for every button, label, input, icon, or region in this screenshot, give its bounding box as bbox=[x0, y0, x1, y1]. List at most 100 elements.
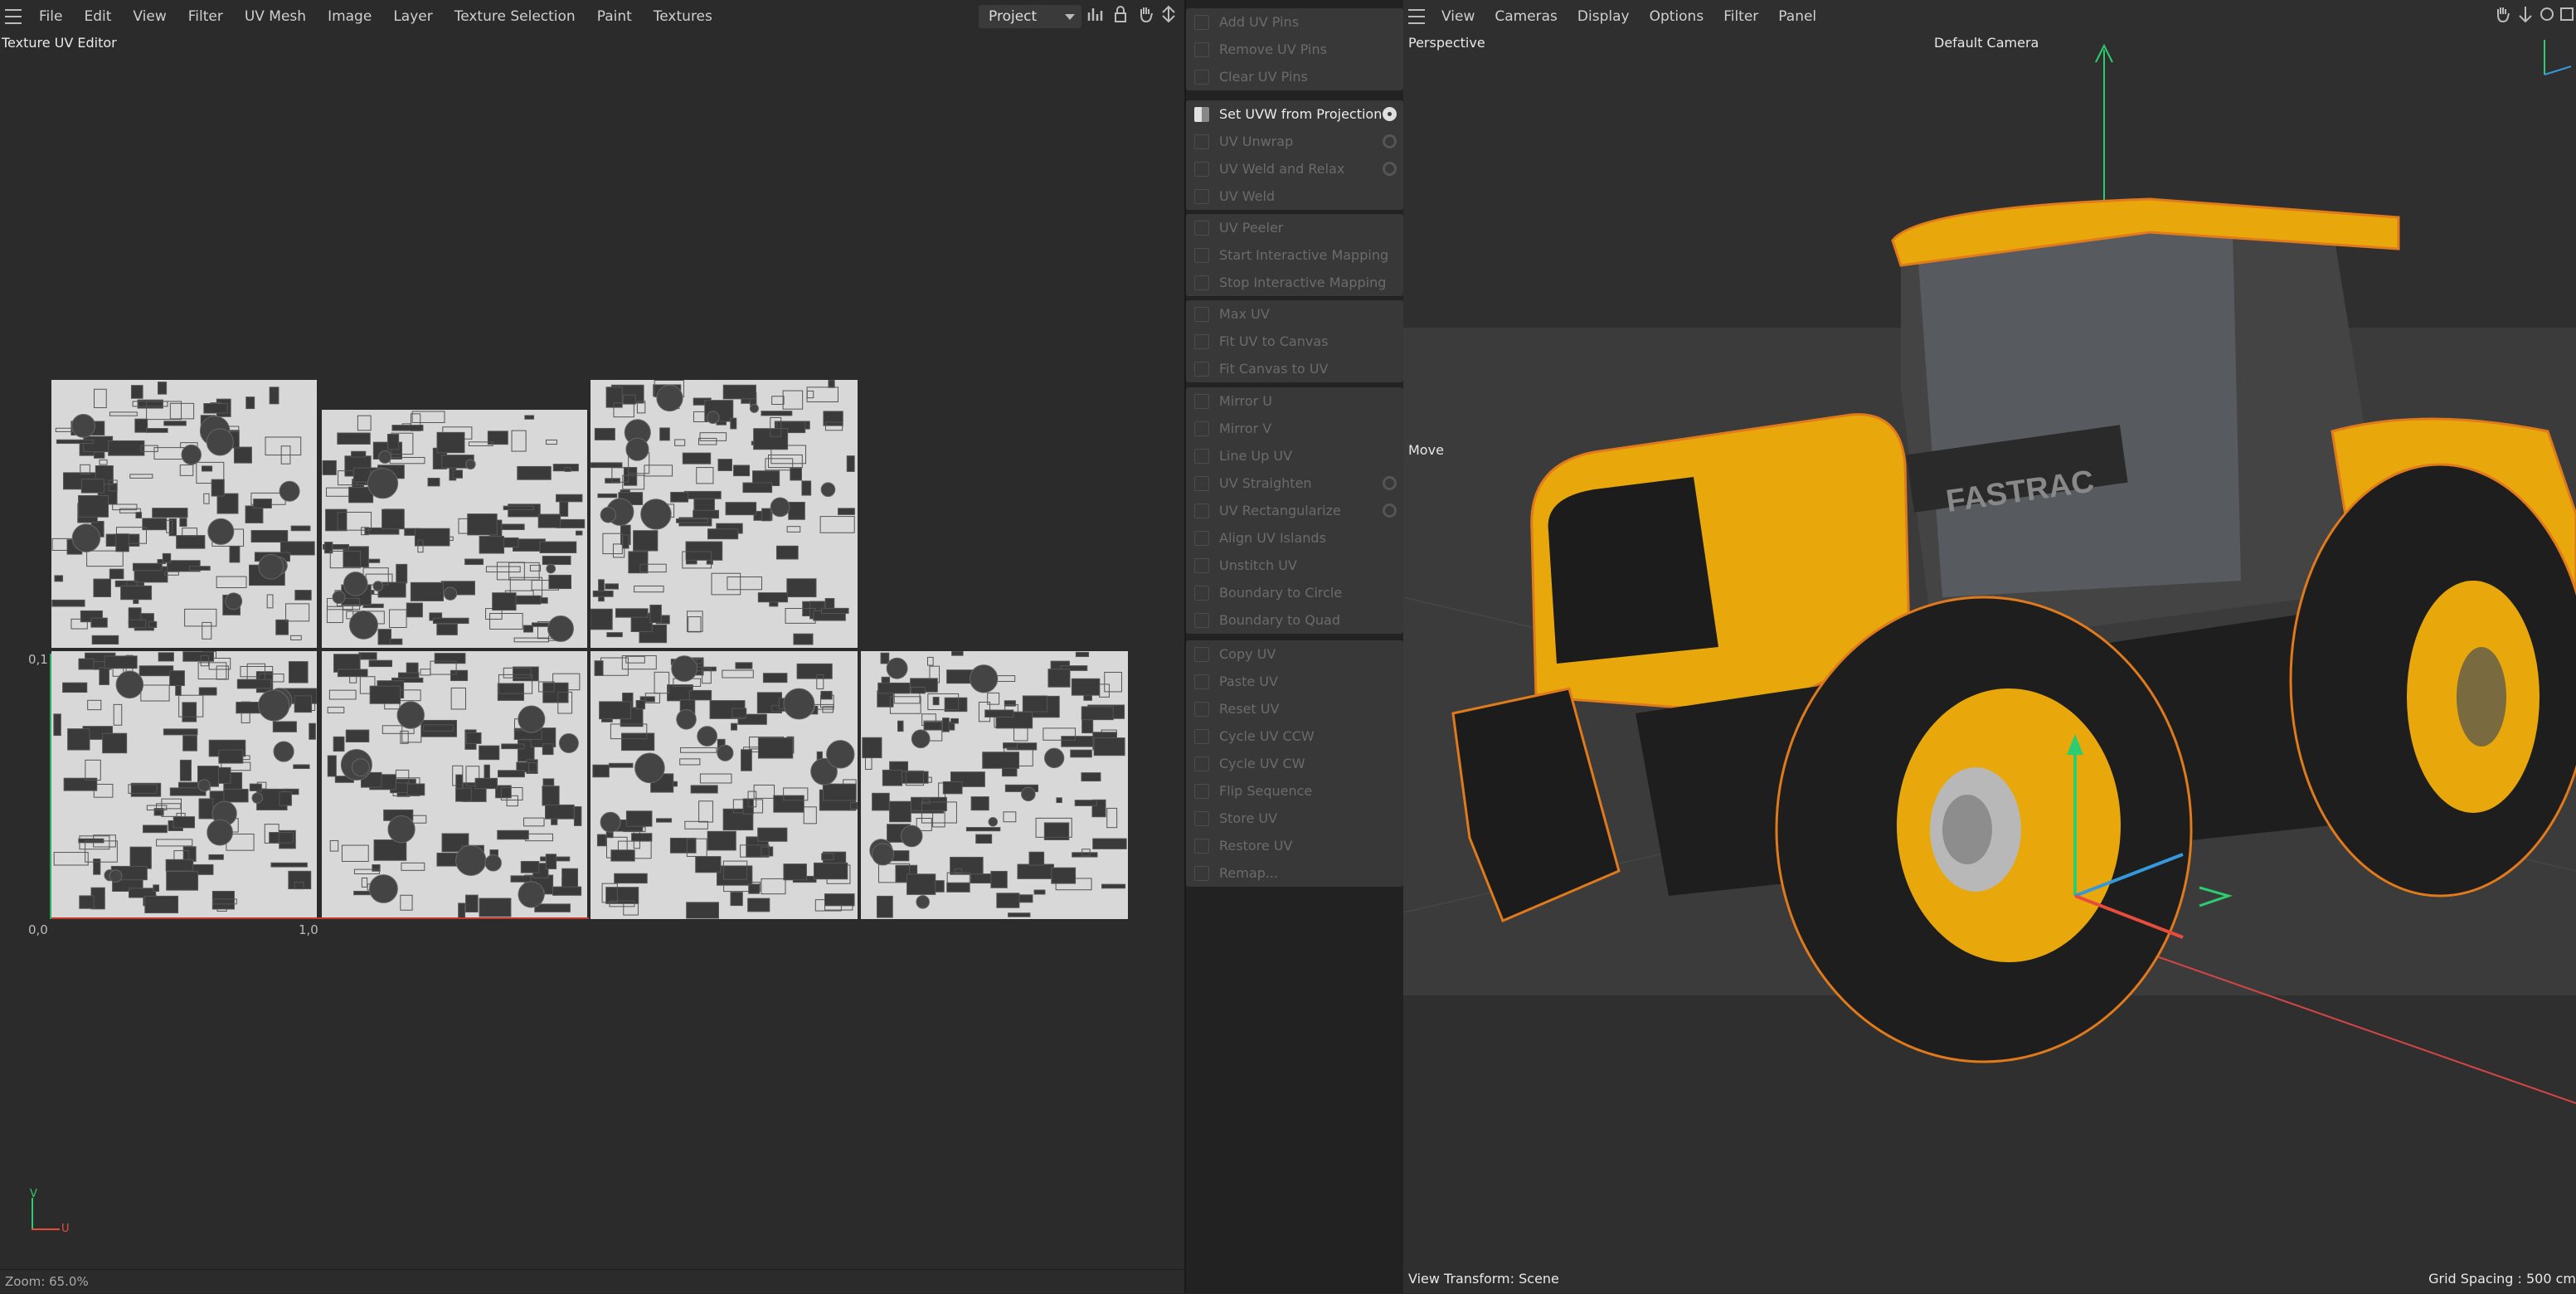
vp-maximize-icon[interactable] bbox=[2556, 5, 2576, 28]
tool-uv-straighten[interactable]: UV Straighten bbox=[1186, 469, 1403, 497]
tool-remove-uv-pins[interactable]: Remove UV Pins bbox=[1186, 36, 1403, 63]
vp-menu-cameras[interactable]: Cameras bbox=[1485, 8, 1567, 25]
tool-cycle-uv-ccw[interactable]: Cycle UV CCW bbox=[1186, 722, 1403, 750]
histogram-icon[interactable] bbox=[1085, 5, 1106, 28]
menu-filter[interactable]: Filter bbox=[177, 8, 234, 25]
tool-unstitch-uv[interactable]: Unstitch UV bbox=[1186, 552, 1403, 579]
restore-uv-icon bbox=[1194, 838, 1209, 854]
tool-line-up-uv[interactable]: Line Up UV bbox=[1186, 442, 1403, 469]
tool-flip-sequence[interactable]: Flip Sequence bbox=[1186, 777, 1403, 805]
tool-label: UV Peeler bbox=[1219, 220, 1284, 236]
move-arrows-icon[interactable] bbox=[1158, 5, 1179, 28]
camera-label[interactable]: Default Camera bbox=[1934, 35, 2039, 51]
viewport-hamburger-icon[interactable] bbox=[1408, 9, 1425, 24]
tool-add-uv-pins[interactable]: Add UV Pins bbox=[1186, 8, 1403, 36]
menu-texture-selection[interactable]: Texture Selection bbox=[444, 8, 586, 25]
tool-uv-rectangularize[interactable]: UV Rectangularize bbox=[1186, 497, 1403, 524]
project-dropdown[interactable]: Project bbox=[979, 5, 1081, 28]
tool-max-uv[interactable]: Max UV bbox=[1186, 300, 1403, 328]
menu-layer[interactable]: Layer bbox=[382, 8, 443, 25]
uv-unwrap-icon bbox=[1194, 134, 1209, 149]
vp-move-arrows-icon[interactable] bbox=[2515, 5, 2536, 28]
tool-cycle-uv-cw[interactable]: Cycle UV CW bbox=[1186, 750, 1403, 777]
tool-boundary-to-quad[interactable]: Boundary to Quad bbox=[1186, 606, 1403, 634]
tool-reset-uv[interactable]: Reset UV bbox=[1186, 695, 1403, 722]
uv-tile-5 bbox=[322, 651, 587, 919]
gear-icon[interactable] bbox=[1383, 107, 1397, 121]
max-uv-icon bbox=[1194, 306, 1209, 322]
tool-uv-weld[interactable]: UV Weld bbox=[1186, 182, 1403, 210]
tool-label: UV Straighten bbox=[1219, 475, 1312, 491]
tool-mirror-u[interactable]: Mirror U bbox=[1186, 387, 1403, 415]
tool-label: UV Weld bbox=[1219, 188, 1276, 204]
tool-label: Unstitch UV bbox=[1219, 557, 1297, 573]
hamburger-menu-icon[interactable] bbox=[5, 9, 22, 24]
uv-straighten-icon bbox=[1194, 475, 1209, 491]
viewport-panel[interactable]: FASTRAC View Cameras Display Options Fil… bbox=[1403, 0, 2576, 1293]
tool-set-uvw-from-projection[interactable]: Set UVW from Projection bbox=[1186, 100, 1403, 128]
vp-menu-filter[interactable]: Filter bbox=[1713, 8, 1768, 25]
vp-menu-options[interactable]: Options bbox=[1640, 8, 1714, 25]
tool-align-uv-islands[interactable]: Align UV Islands bbox=[1186, 524, 1403, 552]
vp-menu-view[interactable]: View bbox=[1431, 8, 1485, 25]
tool-paste-uv[interactable]: Paste UV bbox=[1186, 668, 1403, 695]
tool-label: Cycle UV CW bbox=[1219, 756, 1305, 771]
coord-label-origin: 0,0 bbox=[28, 922, 48, 937]
tool-mirror-v[interactable]: Mirror V bbox=[1186, 415, 1403, 442]
tool-store-uv[interactable]: Store UV bbox=[1186, 805, 1403, 832]
lock-icon[interactable] bbox=[1110, 5, 1131, 28]
vp-menu-panel[interactable]: Panel bbox=[1768, 8, 1826, 25]
axis-u-label: U bbox=[61, 1223, 70, 1235]
menu-view[interactable]: View bbox=[122, 8, 177, 25]
line-up-uv-icon bbox=[1194, 448, 1209, 464]
tool-restore-uv[interactable]: Restore UV bbox=[1186, 832, 1403, 859]
mirror-u-icon bbox=[1194, 393, 1209, 409]
tool-uv-peeler[interactable]: UV Peeler bbox=[1186, 214, 1403, 241]
gear-icon[interactable] bbox=[1383, 503, 1397, 518]
tool-group-3: UV Peeler Start Interactive Mapping Stop I… bbox=[1186, 214, 1403, 296]
uv-tile-3 bbox=[591, 380, 858, 648]
uv-menubar: File Edit View Filter UV Mesh Image Laye… bbox=[0, 0, 723, 33]
status-bar bbox=[0, 1269, 1184, 1294]
vp-rotate-icon[interactable] bbox=[2536, 5, 2558, 28]
tool-boundary-to-circle[interactable]: Boundary to Circle bbox=[1186, 579, 1403, 606]
align-uv-islands-icon bbox=[1194, 530, 1209, 546]
gear-icon[interactable] bbox=[1383, 162, 1397, 176]
tool-uv-unwrap[interactable]: UV Unwrap bbox=[1186, 128, 1403, 155]
remap-icon bbox=[1194, 865, 1209, 881]
uv-tile-4 bbox=[51, 651, 317, 919]
tool-label: Clear UV Pins bbox=[1219, 69, 1308, 85]
gear-icon[interactable] bbox=[1383, 476, 1397, 490]
tool-label: UV Weld and Relax bbox=[1219, 161, 1345, 177]
tool-label: Mirror V bbox=[1219, 421, 1272, 436]
uv-islands bbox=[51, 382, 315, 645]
chevron-down-icon bbox=[1065, 14, 1075, 20]
vp-pan-hand-icon[interactable] bbox=[2491, 5, 2513, 28]
uv-canvas[interactable] bbox=[50, 380, 1128, 919]
tool-group-5: Mirror U Mirror V Line Up UV UV Straighten U… bbox=[1186, 387, 1403, 634]
menu-image[interactable]: Image bbox=[317, 8, 382, 25]
tool-fit-uv-to-canvas[interactable]: Fit UV to Canvas bbox=[1186, 328, 1403, 355]
menu-textures[interactable]: Textures bbox=[643, 8, 723, 25]
menu-file[interactable]: File bbox=[28, 8, 73, 25]
menu-uv-mesh[interactable]: UV Mesh bbox=[234, 8, 317, 25]
tool-label: Max UV bbox=[1219, 306, 1270, 322]
tool-clear-uv-pins[interactable]: Clear UV Pins bbox=[1186, 63, 1403, 90]
axis-gizmo-v bbox=[32, 1198, 33, 1229]
gear-icon[interactable] bbox=[1383, 134, 1397, 148]
tool-copy-uv[interactable]: Copy UV bbox=[1186, 640, 1403, 668]
menu-edit[interactable]: Edit bbox=[73, 8, 122, 25]
view-transform-status: View Transform: Scene bbox=[1408, 1271, 1559, 1287]
tool-fit-canvas-to-uv[interactable]: Fit Canvas to UV bbox=[1186, 355, 1403, 382]
menu-paint[interactable]: Paint bbox=[586, 8, 643, 25]
stop-interactive-mapping-icon bbox=[1194, 275, 1209, 290]
tool-remap[interactable]: Remap... bbox=[1186, 859, 1403, 887]
tool-uv-weld-and-relax[interactable]: UV Weld and Relax bbox=[1186, 155, 1403, 182]
tool-stop-interactive-mapping[interactable]: Stop Interactive Mapping bbox=[1186, 269, 1403, 296]
clear-uv-pins-icon bbox=[1194, 69, 1209, 85]
pan-hand-icon[interactable] bbox=[1135, 5, 1156, 28]
vp-menu-display[interactable]: Display bbox=[1567, 8, 1640, 25]
tool-group-1: Add UV Pins Remove UV Pins Clear UV Pins bbox=[1186, 8, 1403, 90]
tool-start-interactive-mapping[interactable]: Start Interactive Mapping bbox=[1186, 241, 1403, 269]
fit-uv-to-canvas-icon bbox=[1194, 333, 1209, 349]
